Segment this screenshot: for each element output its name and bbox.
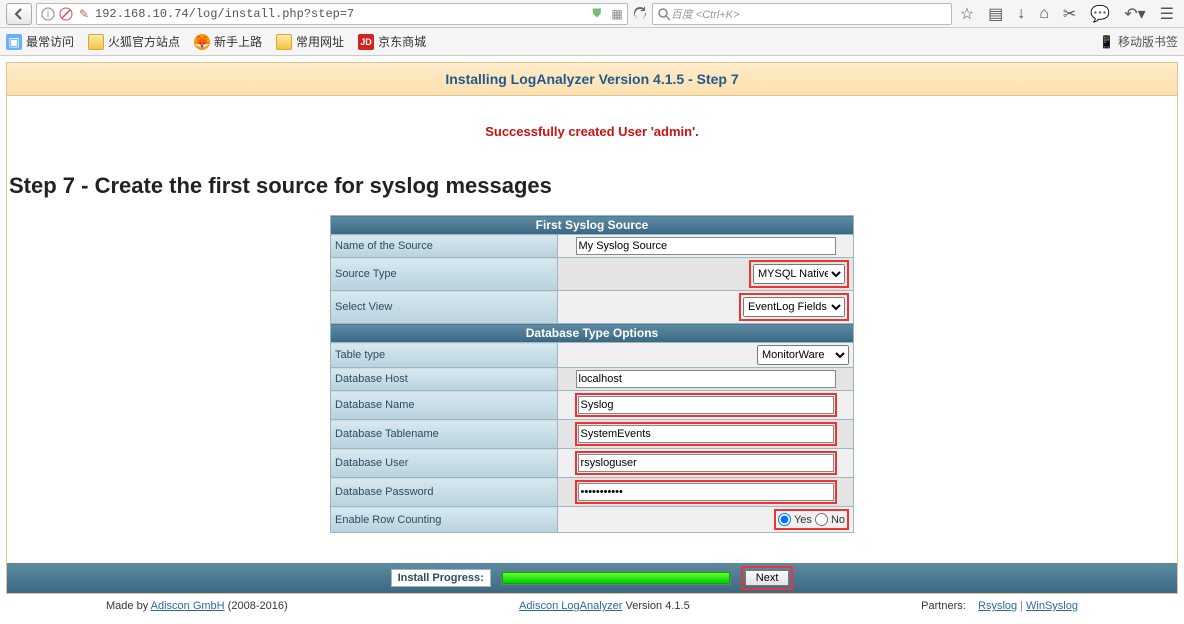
input-db-name[interactable] (578, 396, 834, 414)
jd-icon: JD (358, 34, 374, 50)
noscript-icon[interactable] (59, 7, 73, 21)
input-name[interactable] (576, 237, 836, 255)
lego-icon[interactable]: ✎ (77, 7, 91, 21)
footer-link-rsyslog[interactable]: Rsyslog (978, 600, 1017, 612)
folder-icon (88, 34, 104, 50)
bookmark-label: 最常访问 (26, 33, 74, 50)
progress-label: Install Progress: (391, 569, 491, 587)
toolbar-icons: ☆ ▤ ↓ ⌂ ✂ 💬 ↶▾ ☰ (956, 4, 1178, 24)
bookmark-firefox-official[interactable]: 火狐官方站点 (88, 33, 180, 50)
qr-icon[interactable]: ▦ (611, 7, 622, 21)
bookmark-label: 京东商城 (378, 33, 426, 50)
search-placeholder: 百度 <Ctrl+K> (671, 6, 947, 22)
mobile-bookmarks-label: 移动版书签 (1118, 33, 1178, 50)
home-icon[interactable]: ⌂ (1039, 5, 1049, 23)
select-source-type[interactable]: MYSQL Native (753, 264, 845, 284)
arrow-left-icon (13, 8, 25, 20)
step-heading: Step 7 - Create the first source for sys… (7, 167, 1177, 209)
footer-link-adiscon[interactable]: Adiscon GmbH (151, 600, 225, 612)
search-bar[interactable]: 百度 <Ctrl+K> (652, 3, 952, 25)
progress-track (501, 571, 731, 585)
progress-fill (502, 572, 730, 584)
refresh-button[interactable] (632, 6, 648, 22)
bookmark-label: 新手上路 (214, 33, 262, 50)
label-table-type: Table type (331, 343, 558, 368)
section-header-db: Database Type Options (331, 324, 854, 343)
bookmark-star-icon[interactable]: ☆ (960, 4, 974, 24)
browser-toolbar: i ✎ 192.168.10.74/log/install.php?step=7… (0, 0, 1184, 28)
label-select-view: Select View (331, 291, 558, 324)
select-table-type[interactable]: MonitorWare (757, 345, 849, 365)
radio-no[interactable] (815, 513, 828, 526)
bookmark-mostvisited[interactable]: ▣ 最常访问 (6, 33, 74, 50)
footer-link-winsyslog[interactable]: WinSyslog (1026, 600, 1078, 612)
input-db-user[interactable] (578, 454, 834, 472)
folder-icon (276, 34, 292, 50)
address-bar[interactable]: i ✎ 192.168.10.74/log/install.php?step=7… (36, 3, 628, 25)
input-db-table[interactable] (578, 425, 834, 443)
shield-icon[interactable]: ⛊ (592, 6, 601, 21)
svg-text:i: i (47, 9, 49, 19)
footer-right: Partners: Rsyslog|WinSyslog (921, 600, 1078, 612)
row-counting-group: Yes No (774, 509, 849, 530)
bookmark-getting-started[interactable]: 🦊 新手上路 (194, 33, 262, 50)
input-db-host[interactable] (576, 370, 836, 388)
next-button[interactable]: Next (745, 570, 790, 586)
mobile-bookmarks[interactable]: 📱 移动版书签 (1099, 33, 1178, 50)
bookmarks-bar: ▣ 最常访问 火狐官方站点 🦊 新手上路 常用网址 JD 京东商城 📱 移动版书… (0, 28, 1184, 56)
radio-no-label: No (831, 514, 845, 526)
page-content: Installing LogAnalyzer Version 4.1.5 - S… (6, 62, 1178, 618)
footer: Made by Adiscon GmbH (2008-2016) Adiscon… (6, 594, 1178, 618)
progress-row: Install Progress: Next (7, 563, 1177, 593)
mobile-icon: 📱 (1099, 35, 1114, 49)
label-db-user: Database User (331, 449, 558, 478)
label-name: Name of the Source (331, 235, 558, 258)
success-message: Successfully created User 'admin'. (7, 96, 1177, 167)
info-icon[interactable]: i (41, 7, 55, 21)
firefox-icon: 🦊 (194, 34, 210, 50)
bookmark-label: 火狐官方站点 (108, 33, 180, 50)
config-table: First Syslog Source Name of the Source S… (330, 215, 854, 533)
select-view[interactable]: EventLog Fields (743, 297, 845, 317)
chat-icon[interactable]: 💬 (1090, 4, 1110, 24)
radio-yes-label: Yes (794, 514, 812, 526)
bookmark-jd[interactable]: JD 京东商城 (358, 33, 426, 50)
download-icon[interactable]: ↓ (1017, 5, 1025, 23)
reader-icon[interactable]: ▤ (988, 4, 1003, 24)
label-source-type: Source Type (331, 258, 558, 291)
badge-icon: ▣ (6, 34, 22, 50)
bookmark-label: 常用网址 (296, 33, 344, 50)
back-button[interactable] (6, 3, 32, 25)
label-db-table: Database Tablename (331, 420, 558, 449)
section-header-source: First Syslog Source (331, 216, 854, 235)
label-db-pass: Database Password (331, 478, 558, 507)
search-icon (657, 7, 671, 21)
bookmark-common-urls[interactable]: 常用网址 (276, 33, 344, 50)
footer-center: Adiscon LogAnalyzer Version 4.1.5 (519, 600, 690, 612)
menu-icon[interactable]: ☰ (1160, 4, 1174, 24)
page-title-bar: Installing LogAnalyzer Version 4.1.5 - S… (6, 62, 1178, 96)
url-text: 192.168.10.74/log/install.php?step=7 (95, 7, 588, 21)
undo-dropdown-icon[interactable]: ↶▾ (1124, 4, 1145, 24)
label-db-name: Database Name (331, 391, 558, 420)
footer-left: Made by Adiscon GmbH (2008-2016) (106, 600, 288, 612)
label-db-host: Database Host (331, 368, 558, 391)
input-db-pass[interactable] (578, 483, 834, 501)
label-row-counting: Enable Row Counting (331, 507, 558, 533)
clip-icon[interactable]: ✂ (1063, 4, 1076, 24)
radio-yes[interactable] (778, 513, 791, 526)
footer-link-loganalyzer[interactable]: Adiscon LogAnalyzer (519, 600, 622, 612)
